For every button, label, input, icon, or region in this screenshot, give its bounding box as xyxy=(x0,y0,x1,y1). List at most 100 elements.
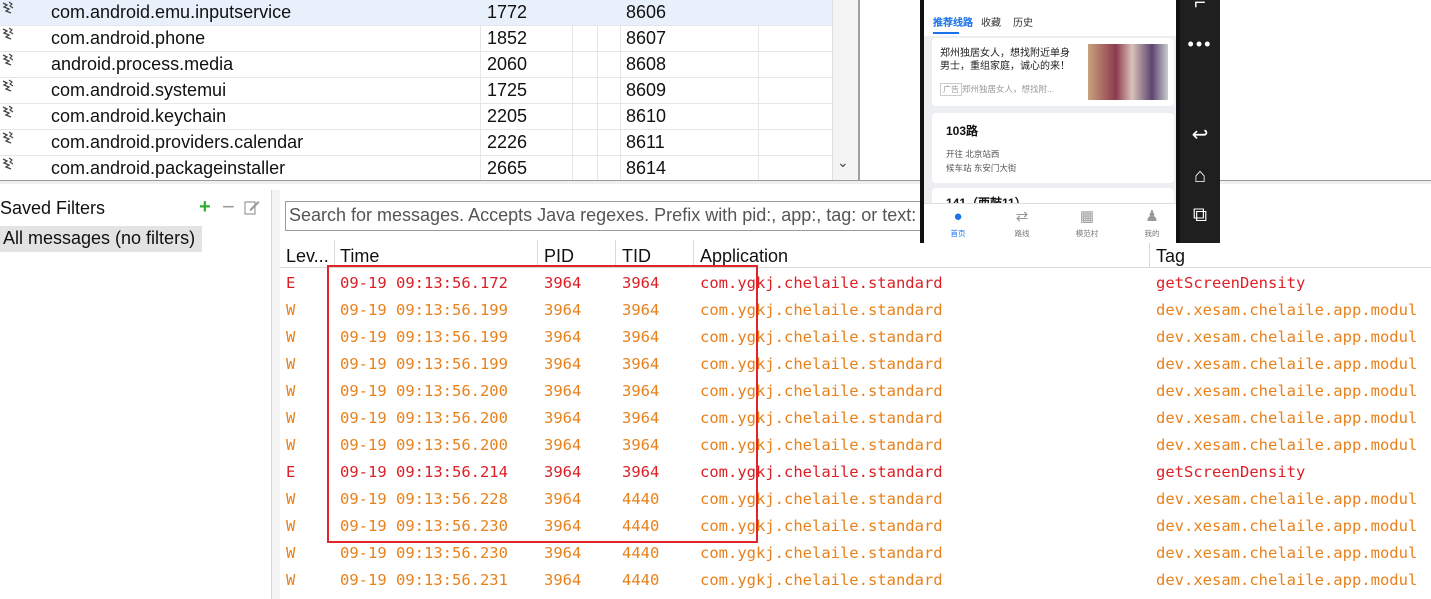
log-application: com.ygkj.chelaile.standard xyxy=(700,544,943,562)
process-name: com.android.packageinstaller xyxy=(51,158,286,178)
debug-bug-icon xyxy=(2,79,14,92)
log-pid: 3964 xyxy=(544,274,582,292)
log-row[interactable]: W 09-19 09:13:56.228 3964 4440 com.ygkj.chel… xyxy=(280,484,1431,511)
process-pid: 1772 xyxy=(487,2,528,22)
log-row[interactable]: W 09-19 09:13:56.199 3964 3964 com.ygkj.chel… xyxy=(280,322,1431,349)
log-row[interactable]: W 09-19 09:13:56.231 3964 4440 com.ygkj.chel… xyxy=(280,565,1431,592)
column-header-tag[interactable]: Tag xyxy=(1156,246,1185,267)
log-level: E xyxy=(286,274,296,292)
screenshot-icon[interactable]: ⌐ xyxy=(1180,0,1220,18)
log-pid: 3964 xyxy=(544,544,582,562)
search-input[interactable]: Search for messages. Accepts Java regexe… xyxy=(285,201,925,231)
emulator-toolbar: ⌐ ••• ↩ ⌂ ⧉ xyxy=(1180,0,1220,243)
recent-apps-icon[interactable]: ⧉ xyxy=(1180,200,1220,230)
nav-bench[interactable]: ▦ 模范村 xyxy=(1067,208,1107,239)
log-tid: 3964 xyxy=(622,436,660,454)
route-card[interactable]: 103路 开往 北京站西 候车站 东安门大街 xyxy=(932,113,1174,183)
log-tid: 4440 xyxy=(622,571,660,589)
log-tag: dev.xesam.chelaile.app.modul xyxy=(1156,517,1418,535)
log-row[interactable]: W 09-19 09:13:56.230 3964 4440 com.ygkj.chel… xyxy=(280,511,1431,538)
log-row[interactable]: W 09-19 09:13:56.199 3964 3964 com.ygkj.chel… xyxy=(280,349,1431,376)
column-header-level[interactable]: Lev... xyxy=(286,246,329,267)
process-port: 8610 xyxy=(626,106,667,126)
nav-mine-label: 我的 xyxy=(1144,229,1160,238)
nav-route[interactable]: ⇄ 路线 xyxy=(1002,208,1042,239)
route-name: 103路 xyxy=(946,124,979,138)
log-level: W xyxy=(286,490,296,508)
back-icon[interactable]: ↩ xyxy=(1180,120,1220,150)
process-row[interactable]: android.process.media 2060 8608 xyxy=(0,52,832,78)
log-time: 09-19 09:13:56.230 xyxy=(340,544,508,562)
debug-bug-icon xyxy=(2,157,14,170)
process-row[interactable]: com.android.keychain 2205 8610 xyxy=(0,104,832,130)
log-row[interactable]: W 09-19 09:13:56.199 3964 3964 com.ygkj.chel… xyxy=(280,295,1431,322)
process-row[interactable]: com.android.emu.inputservice 1772 8606 xyxy=(0,0,832,26)
debug-bug-icon xyxy=(2,1,14,14)
log-level: W xyxy=(286,382,296,400)
home-icon: ● xyxy=(953,208,963,225)
phone-bottom-nav: ● 首页 ⇄ 路线 ▦ 模范村 ♟ 我的 xyxy=(924,203,1176,243)
process-name: com.android.keychain xyxy=(51,106,227,126)
log-level: W xyxy=(286,328,296,346)
ad-image xyxy=(1088,44,1168,100)
tab-recommended[interactable]: 推荐线路 xyxy=(933,14,973,29)
process-port: 8614 xyxy=(626,158,667,178)
remove-filter-icon[interactable]: − xyxy=(222,194,235,220)
log-level: W xyxy=(286,544,296,562)
gift-icon: ▦ xyxy=(1079,208,1095,225)
log-time: 09-19 09:13:56.172 xyxy=(340,274,508,292)
log-level: E xyxy=(286,463,296,481)
log-row[interactable]: W 09-19 09:13:56.200 3964 3964 com.ygkj.chel… xyxy=(280,403,1431,430)
log-tag: dev.xesam.chelaile.app.modul xyxy=(1156,571,1418,589)
log-row[interactable]: E 09-19 09:13:56.214 3964 3964 com.ygkj.chel… xyxy=(280,457,1431,484)
process-row[interactable]: com.android.phone 1852 8607 xyxy=(0,26,832,52)
chevron-down-icon[interactable]: ⌄ xyxy=(837,154,849,171)
log-row[interactable]: W 09-19 09:13:56.230 3964 4440 com.ygkj.chel… xyxy=(280,538,1431,565)
ad-text: 郑州独居女人，想找附近单身男士，重组家庭，诚心的来！ xyxy=(940,48,1070,72)
log-tid: 3964 xyxy=(622,328,660,346)
log-row[interactable]: E 09-19 09:13:56.172 3964 3964 com.ygkj.chel… xyxy=(280,268,1431,295)
process-scrollbar[interactable]: ⌄ xyxy=(832,0,858,180)
log-application: com.ygkj.chelaile.standard xyxy=(700,436,943,454)
tab-favorites[interactable]: 收藏 xyxy=(981,14,1001,29)
column-header-tid[interactable]: TID xyxy=(622,246,651,267)
log-tid: 3964 xyxy=(622,382,660,400)
log-level: W xyxy=(286,301,296,319)
filter-item-all-messages[interactable]: All messages (no filters) xyxy=(0,226,202,252)
debug-bug-icon xyxy=(2,27,14,40)
filters-scrollbar[interactable] xyxy=(272,190,280,599)
saved-filters-title: Saved Filters xyxy=(0,198,106,218)
process-port: 8606 xyxy=(626,2,667,22)
log-time: 09-19 09:13:56.200 xyxy=(340,409,508,427)
debug-bug-icon xyxy=(2,105,14,118)
log-tag: dev.xesam.chelaile.app.modul xyxy=(1156,409,1418,427)
ad-badge: 广告 xyxy=(940,83,962,96)
process-row[interactable]: com.android.providers.calendar 2226 8611 xyxy=(0,130,832,156)
log-application: com.ygkj.chelaile.standard xyxy=(700,517,943,535)
column-header-pid[interactable]: PID xyxy=(544,246,574,267)
edit-filter-icon[interactable] xyxy=(244,199,260,215)
column-header-application[interactable]: Application xyxy=(700,246,788,267)
nav-mine[interactable]: ♟ 我的 xyxy=(1132,208,1172,239)
process-row[interactable]: com.android.systemui 1725 8609 xyxy=(0,78,832,104)
process-table: com.android.emu.inputservice 1772 8606 com.… xyxy=(0,0,832,182)
log-tid: 4440 xyxy=(622,517,660,535)
phone-screen: 推荐线路 收藏 历史 郑州独居女人，想找附近单身男士，重组家庭，诚心的来！ 广告… xyxy=(924,0,1176,243)
log-tag: dev.xesam.chelaile.app.modul xyxy=(1156,490,1418,508)
log-row[interactable]: W 09-19 09:13:56.200 3964 3964 com.ygkj.chel… xyxy=(280,376,1431,403)
log-time: 09-19 09:13:56.200 xyxy=(340,382,508,400)
column-header-time[interactable]: Time xyxy=(340,246,379,267)
log-tag: dev.xesam.chelaile.app.modul xyxy=(1156,328,1418,346)
process-row[interactable]: com.android.packageinstaller 2665 8614 xyxy=(0,156,832,182)
nav-home[interactable]: ● 首页 xyxy=(938,208,978,239)
log-row[interactable]: W 09-19 09:13:56.200 3964 3964 com.ygkj.chel… xyxy=(280,430,1431,457)
ad-card[interactable]: 郑州独居女人，想找附近单身男士，重组家庭，诚心的来！ 广告 郑州独居女人，想找附… xyxy=(932,38,1174,106)
log-time: 09-19 09:13:56.200 xyxy=(340,436,508,454)
process-port: 8607 xyxy=(626,28,667,48)
more-icon[interactable]: ••• xyxy=(1180,29,1220,59)
tab-history[interactable]: 历史 xyxy=(1013,14,1033,29)
log-table: E 09-19 09:13:56.172 3964 3964 com.ygkj.chel… xyxy=(280,268,1431,592)
add-filter-icon[interactable]: + xyxy=(199,196,211,219)
home-icon[interactable]: ⌂ xyxy=(1180,161,1220,191)
log-pid: 3964 xyxy=(544,355,582,373)
